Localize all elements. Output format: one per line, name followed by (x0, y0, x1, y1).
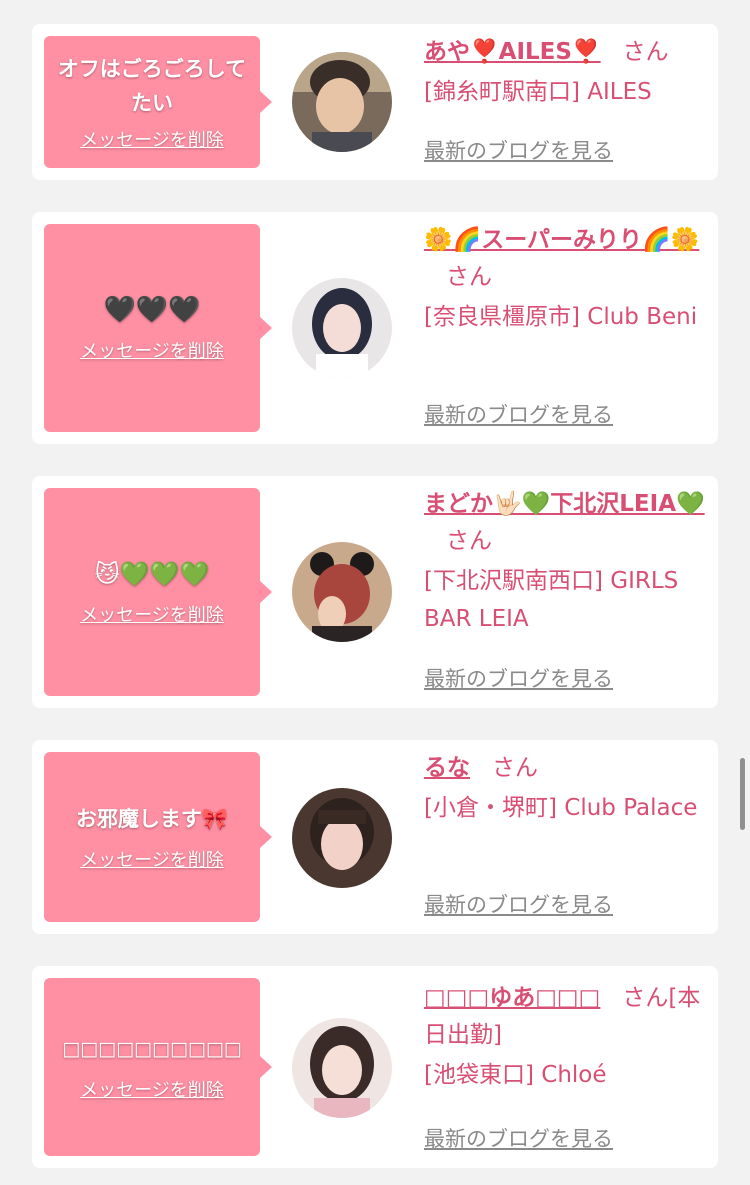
message-bubble: □□□□□□□□□□ メッセージを削除 (44, 978, 272, 1156)
avatar[interactable] (292, 542, 392, 642)
latest-blog-link[interactable]: 最新のブログを見る (424, 1123, 613, 1153)
message-bubble: 😼💚💚💚 メッセージを削除 (44, 488, 272, 696)
scrollbar[interactable] (740, 758, 745, 830)
honorific-label: さん (492, 755, 538, 781)
honorific-label: さん (446, 528, 492, 554)
message-bubble: お邪魔します🎀 メッセージを削除 (44, 752, 272, 922)
message-card: 😼💚💚💚 メッセージを削除 まどか🤟🏻💚下北沢LEIA💚 さん [下北沢駅南西口]… (32, 476, 718, 708)
avatar[interactable] (292, 1018, 392, 1118)
message-card: 🖤🖤🖤 メッセージを削除 🌼🌈スーパーみりり🌈🌼 さん [奈良県橿原市] Club… (32, 212, 718, 444)
message-card: お邪魔します🎀 メッセージを削除 るな さん [小倉・堺町] Club Palac… (32, 740, 718, 934)
message-text: お邪魔します🎀 (75, 807, 229, 831)
message-text: 😼💚💚💚 (94, 560, 210, 588)
delete-message-link[interactable]: メッセージを削除 (80, 126, 224, 152)
latest-blog-link[interactable]: 最新のブログを見る (424, 889, 613, 919)
hostess-info: るな さん [小倉・堺町] Club Palace (424, 750, 712, 827)
delete-message-link[interactable]: メッセージを削除 (80, 846, 224, 872)
message-text: □□□□□□□□□□ (62, 1038, 242, 1060)
latest-blog-link[interactable]: 最新のブログを見る (424, 135, 613, 165)
hostess-name-link[interactable]: 🌼🌈スーパーみりり🌈🌼 (424, 227, 699, 253)
honorific-label: さん (622, 39, 669, 65)
hostess-name-link[interactable]: まどか🤟🏻💚下北沢LEIA💚 (424, 491, 705, 517)
delete-message-link[interactable]: メッセージを削除 (80, 337, 224, 363)
shop-location: [錦糸町駅南口] AILES (424, 79, 652, 105)
latest-blog-link[interactable]: 最新のブログを見る (424, 399, 613, 429)
avatar[interactable] (292, 788, 392, 888)
delete-message-link[interactable]: メッセージを削除 (80, 1076, 224, 1102)
message-text: 🖤🖤🖤 (103, 295, 201, 325)
hostess-info: まどか🤟🏻💚下北沢LEIA💚 さん [下北沢駅南西口] GIRLS BAR LEI… (424, 486, 712, 638)
avatar[interactable] (292, 52, 392, 152)
honorific-label: さん (446, 264, 492, 290)
message-text: オフはごろごろしてたい (57, 57, 247, 115)
avatar[interactable] (292, 278, 392, 378)
message-bubble: 🖤🖤🖤 メッセージを削除 (44, 224, 272, 432)
message-bubble: オフはごろごろしてたい メッセージを削除 (44, 36, 272, 168)
message-card: □□□□□□□□□□ メッセージを削除 □□□ゆあ□□□ さん[本日出勤] [池袋… (32, 966, 718, 1168)
hostess-name-link[interactable]: あや❣️AILES❣️ (424, 39, 601, 65)
shop-location: [奈良県橿原市] Club Beni (424, 304, 698, 330)
hostess-name-link[interactable]: るな (424, 755, 470, 781)
latest-blog-link[interactable]: 最新のブログを見る (424, 663, 613, 693)
hostess-info: あや❣️AILES❣️ さん [錦糸町駅南口] AILES (424, 34, 712, 111)
hostess-info: 🌼🌈スーパーみりり🌈🌼 さん [奈良県橿原市] Club Beni (424, 222, 712, 336)
shop-location: [池袋東口] Chloé (424, 1062, 607, 1088)
hostess-name-link[interactable]: □□□ゆあ□□□ (424, 985, 600, 1011)
shop-location: [下北沢駅南西口] GIRLS BAR LEIA (424, 568, 679, 632)
hostess-info: □□□ゆあ□□□ さん[本日出勤] [池袋東口] Chloé (424, 980, 712, 1094)
message-card: オフはごろごろしてたい メッセージを削除 あや❣️AILES❣️ さん [錦糸町駅… (32, 24, 718, 180)
delete-message-link[interactable]: メッセージを削除 (80, 601, 224, 627)
shop-location: [小倉・堺町] Club Palace (424, 795, 698, 821)
